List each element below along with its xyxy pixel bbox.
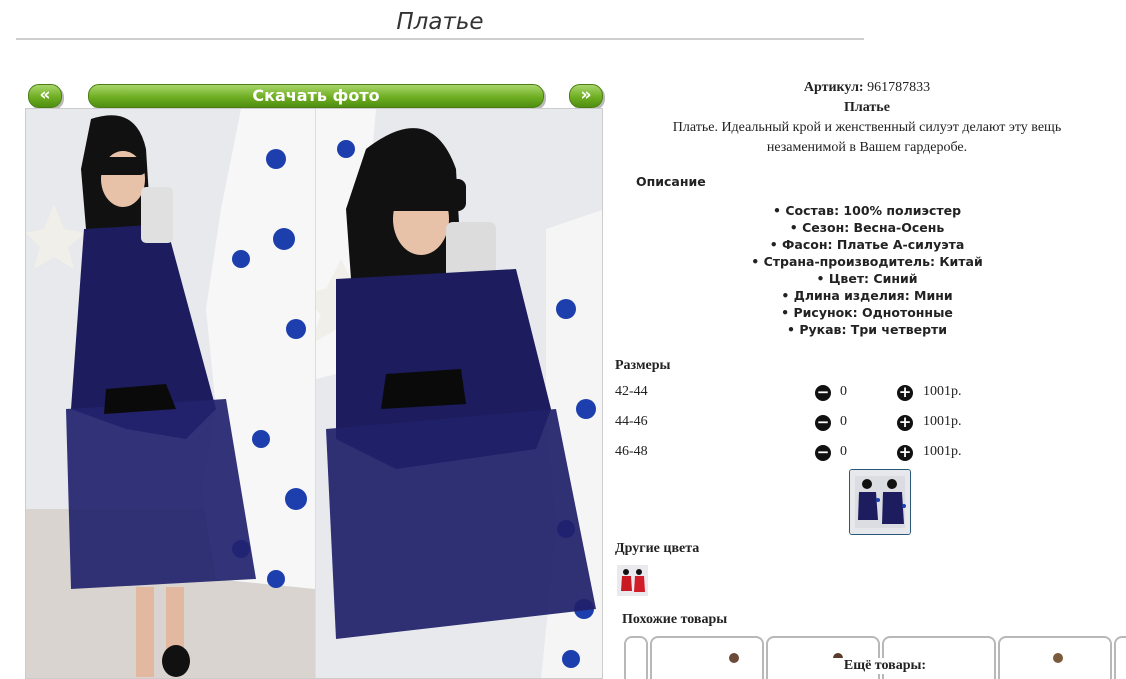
article-value: 961787833 bbox=[867, 80, 931, 95]
minus-circle-icon[interactable]: − bbox=[815, 415, 831, 431]
property-item: Состав: 100% полиэстер bbox=[612, 202, 1122, 219]
plus-circle-icon[interactable]: + bbox=[897, 445, 913, 461]
size-label: 44-46 bbox=[615, 414, 648, 429]
photo-left-half bbox=[26, 109, 315, 678]
photo-thumbnail[interactable] bbox=[849, 469, 911, 535]
product-info: Артикул: 961787833 Платье Платье. Идеаль… bbox=[612, 78, 1122, 338]
product-photo[interactable] bbox=[25, 108, 603, 679]
size-price: 1001р. bbox=[923, 384, 962, 399]
size-price: 1001р. bbox=[923, 414, 962, 429]
article-label: Артикул: bbox=[803, 80, 864, 95]
similar-product-card[interactable] bbox=[1114, 636, 1126, 679]
size-label: 42-44 bbox=[615, 384, 648, 399]
photo-right-half bbox=[315, 109, 602, 678]
similar-products-heading: Похожие товары bbox=[622, 612, 728, 627]
description-line-2: незаменимой в Вашем гардеробе. bbox=[766, 140, 968, 155]
property-item: Сезон: Весна-Осень bbox=[612, 219, 1122, 236]
color-variant-thumbnail[interactable] bbox=[617, 565, 648, 596]
page-title: Платье bbox=[16, 6, 864, 40]
plus-circle-icon[interactable]: + bbox=[897, 385, 913, 401]
property-item: Цвет: Синий bbox=[612, 270, 1122, 287]
property-item: Фасон: Платье А-силуэта bbox=[612, 236, 1122, 253]
size-label: 46-48 bbox=[615, 444, 648, 459]
similar-product-card[interactable] bbox=[998, 636, 1112, 679]
size-price: 1001р. bbox=[923, 444, 962, 459]
article-line: Артикул: 961787833 bbox=[612, 78, 1122, 98]
property-item: Рисунок: Однотонные bbox=[612, 304, 1122, 321]
property-item: Рукав: Три четверти bbox=[612, 321, 1122, 338]
property-list: Состав: 100% полиэстер Сезон: Весна-Осен… bbox=[612, 202, 1122, 338]
similar-product-card[interactable] bbox=[624, 636, 648, 679]
similar-product-card[interactable] bbox=[650, 636, 764, 679]
plus-circle-icon[interactable]: + bbox=[897, 415, 913, 431]
product-description: Платье. Идеальный крой и женственный сил… bbox=[612, 118, 1122, 158]
more-products-label: Ещё товары: bbox=[820, 658, 950, 674]
prev-photo-button[interactable]: « bbox=[28, 84, 62, 108]
next-photo-button[interactable]: » bbox=[569, 84, 603, 108]
size-quantity: 0 bbox=[840, 414, 847, 429]
description-line-1: Платье. Идеальный крой и женственный сил… bbox=[672, 120, 1062, 135]
property-item: Страна-производитель: Китай bbox=[612, 253, 1122, 270]
size-row: 46-48 − 0 + 1001р. bbox=[615, 444, 1015, 464]
download-photo-button[interactable]: Скачать фото bbox=[88, 84, 544, 108]
size-quantity: 0 bbox=[840, 444, 847, 459]
property-item: Длина изделия: Мини bbox=[612, 287, 1122, 304]
description-heading: Описание bbox=[636, 174, 706, 189]
sizes-heading: Размеры bbox=[615, 358, 671, 373]
size-quantity: 0 bbox=[840, 384, 847, 399]
other-colors-heading: Другие цвета bbox=[615, 541, 700, 556]
product-name: Платье bbox=[844, 100, 890, 115]
size-row: 42-44 − 0 + 1001р. bbox=[615, 384, 1015, 404]
minus-circle-icon[interactable]: − bbox=[815, 445, 831, 461]
size-row: 44-46 − 0 + 1001р. bbox=[615, 414, 1015, 434]
minus-circle-icon[interactable]: − bbox=[815, 385, 831, 401]
